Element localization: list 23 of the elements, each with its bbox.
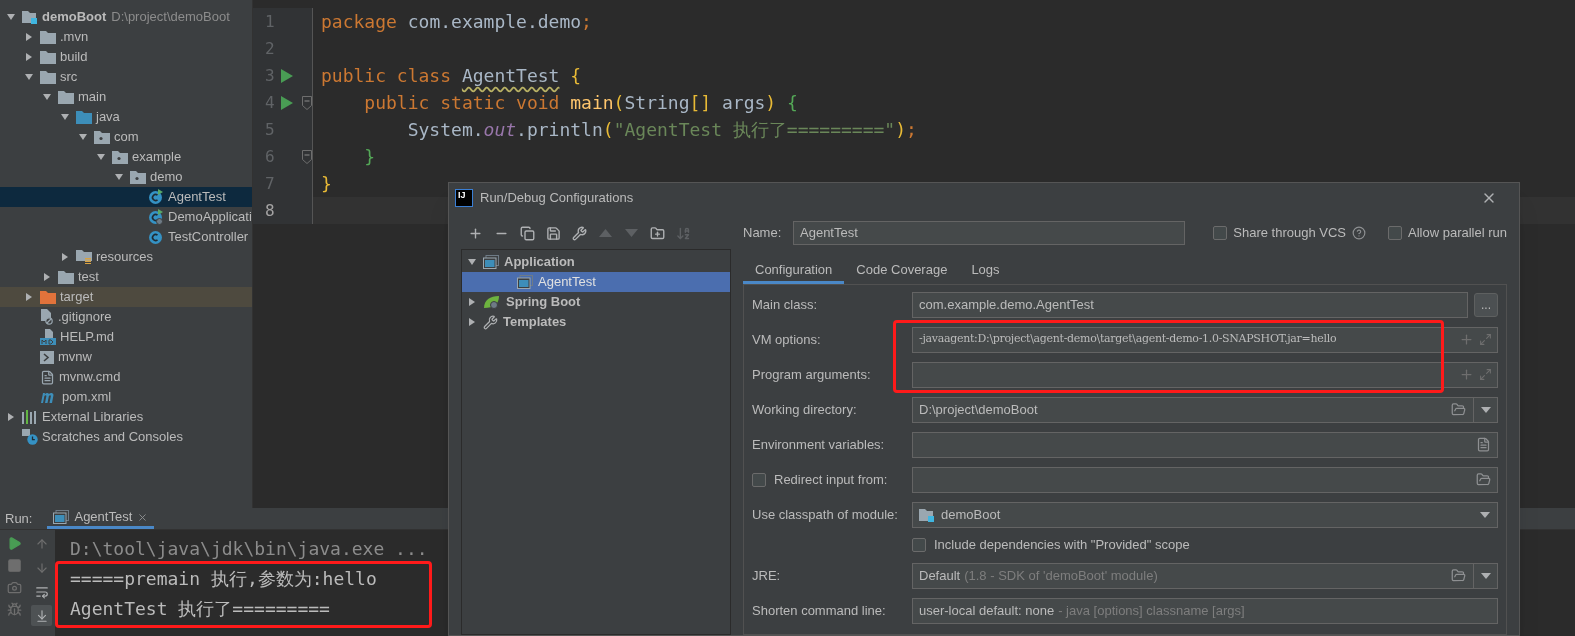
field-label: Name:: [743, 224, 783, 243]
line-number: 8: [264, 199, 275, 222]
field-label: Environment variables:: [752, 435, 885, 454]
field-label: Redirect input from:: [774, 470, 888, 489]
code-line: System.out.println("AgentTest 执行了=========");: [406, 118, 917, 142]
code-line: package com.example.demo;: [320, 10, 592, 34]
field-label: Shorten command line:: [752, 601, 886, 620]
panel-label: Run:: [4, 509, 34, 528]
field-label: Program arguments:: [752, 365, 871, 384]
field-label: VM options:: [752, 330, 821, 349]
field-label: Working directory:: [752, 400, 857, 419]
code-line: }: [320, 172, 332, 196]
console-line: =====premain 执行,参数为:hello: [70, 567, 377, 591]
field-label: JRE:: [752, 566, 781, 585]
code-line: public class AgentTest {: [320, 64, 582, 88]
field-label: Use classpath of module:: [752, 505, 898, 524]
dialog-title: Run/Debug Configurations: [480, 188, 634, 207]
code-line: public static void main(String[] args) {: [363, 91, 798, 115]
console-line: AgentTest 执行了=========: [70, 597, 330, 621]
app-logo: IJ: [456, 189, 472, 206]
field-label: Main class:: [752, 295, 818, 314]
console-line: D:\tool\java\jdk\bin\java.exe ...: [70, 537, 428, 561]
code-line: }: [363, 145, 376, 169]
